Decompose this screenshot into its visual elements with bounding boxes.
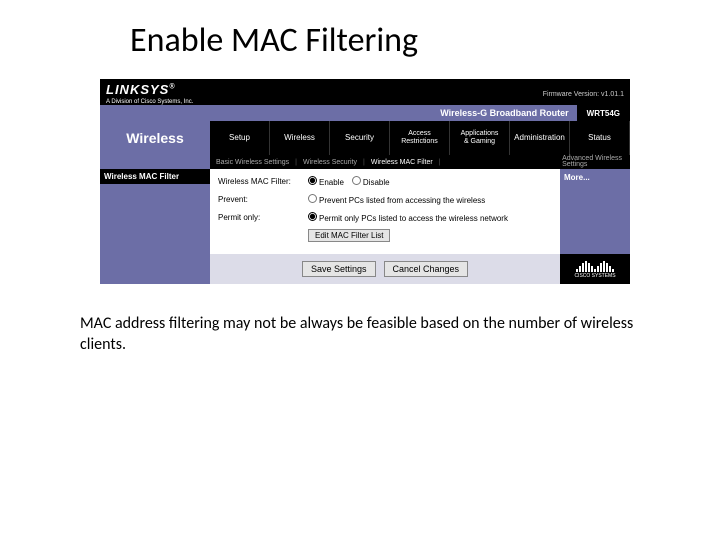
model-number: WRT54G (577, 105, 630, 121)
cisco-bars-icon (576, 260, 614, 272)
row-mac-filter-enable: Wireless MAC Filter: Enable Disable (218, 175, 552, 187)
subtab-advanced-wireless[interactable]: Advanced Wireless Settings (554, 156, 630, 169)
footer-buttons: Save Settings Cancel Changes (210, 254, 560, 284)
logo-subtext: A Division of Cisco Systems, Inc. (106, 99, 193, 105)
label-permit: Permit only: (218, 213, 308, 222)
subtab-spacer (100, 155, 210, 169)
row-edit-btn: Edit MAC Filter List (218, 229, 552, 242)
tab-setup[interactable]: Setup (210, 121, 270, 155)
help-column: More... (560, 169, 630, 254)
slide-title: Enable MAC Filtering (130, 20, 720, 61)
radio-enable[interactable]: Enable (308, 176, 344, 187)
logo-block: LINKSYS® A Division of Cisco Systems, In… (106, 81, 193, 105)
cisco-label: CISCO SYSTEMS (574, 273, 615, 279)
linksys-logo: LINKSYS® (106, 82, 176, 97)
footer-row: Save Settings Cancel Changes CISCO SYSTE… (100, 254, 630, 284)
label-prevent: Prevent: (218, 195, 308, 204)
label-mac-filter: Wireless MAC Filter: (218, 177, 308, 186)
cisco-logo: CISCO SYSTEMS (560, 254, 630, 284)
side-box-label: Wireless MAC Filter (100, 169, 210, 184)
router-name: Wireless-G Broadband Router (440, 108, 568, 118)
cancel-changes-button[interactable]: Cancel Changes (384, 261, 469, 277)
tab-administration[interactable]: Administration (510, 121, 570, 155)
radio-prevent[interactable]: Prevent PCs listed from accessing the wi… (308, 194, 485, 205)
tab-status[interactable]: Status (570, 121, 630, 155)
footer-spacer (100, 254, 210, 284)
slide-caption: MAC address filtering may not be always … (80, 314, 640, 356)
section-label: Wireless (100, 121, 210, 155)
subtabs: Basic Wireless Settings | Wireless Secur… (100, 155, 630, 169)
radio-permit[interactable]: Permit only PCs listed to access the wir… (308, 212, 508, 223)
router-admin-panel: LINKSYS® A Division of Cisco Systems, In… (100, 79, 630, 284)
side-column: Wireless MAC Filter (100, 169, 210, 254)
tab-security[interactable]: Security (330, 121, 390, 155)
tab-applications-gaming[interactable]: Applications & Gaming (450, 121, 510, 155)
radio-disable[interactable]: Disable (352, 176, 390, 187)
edit-mac-filter-button[interactable]: Edit MAC Filter List (308, 229, 390, 242)
content-row: Wireless MAC Filter Wireless MAC Filter:… (100, 169, 630, 254)
subtab-wireless-mac-filter[interactable]: Wireless MAC Filter (365, 159, 439, 166)
model-row: Wireless-G Broadband Router WRT54G (100, 105, 630, 121)
row-permit: Permit only: Permit only PCs listed to a… (218, 211, 552, 223)
save-settings-button[interactable]: Save Settings (302, 261, 376, 277)
firmware-version: Firmware Version: v1.01.1 (543, 91, 624, 98)
more-link[interactable]: More... (564, 173, 590, 182)
tab-access-restrictions[interactable]: Access Restrictions (390, 121, 450, 155)
main-tabs: Wireless Setup Wireless Security Access … (100, 121, 630, 155)
subtab-wireless-security[interactable]: Wireless Security (297, 159, 363, 166)
top-bar: LINKSYS® A Division of Cisco Systems, In… (100, 79, 630, 105)
form-area: Wireless MAC Filter: Enable Disable Prev… (210, 169, 560, 254)
separator: | (439, 159, 441, 166)
tab-wireless[interactable]: Wireless (270, 121, 330, 155)
row-prevent: Prevent: Prevent PCs listed from accessi… (218, 193, 552, 205)
subtab-basic-wireless[interactable]: Basic Wireless Settings (210, 159, 295, 166)
